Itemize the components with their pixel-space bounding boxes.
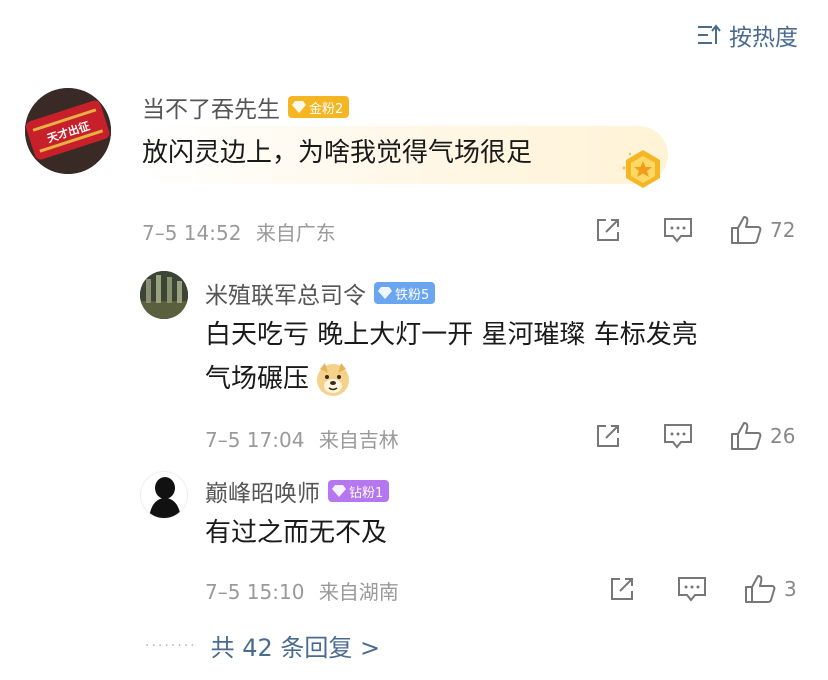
fan-badge: 金粉2 [288,96,350,118]
badge-label: 铁粉5 [395,287,430,303]
gem-icon [378,287,392,299]
username[interactable]: 巅峰昭唤师 [205,474,320,508]
comment-time: 7–5 15:10 [205,580,305,604]
share-icon [597,219,619,241]
gem-icon [292,101,306,113]
sort-by-hot-button[interactable]: 按热度 [697,18,798,52]
sort-icon [697,24,721,46]
doge-emoji [315,361,351,397]
like-count: 3 [784,577,797,601]
like-count: 72 [770,218,796,242]
share-icon [597,425,619,447]
username[interactable]: 米殖联军总司令 [205,276,366,310]
avatar[interactable] [140,471,188,519]
gem-icon [332,485,346,497]
share-button[interactable] [590,212,626,248]
like-icon [731,422,762,450]
dotted-divider: ········ [145,637,197,654]
more-replies: ········ 共 42 条回复 > [145,628,380,663]
comment-time: 7–5 14:52 [142,221,242,245]
share-button[interactable] [590,418,626,454]
badge-label: 钻粉1 [349,485,384,501]
fan-badge: 铁粉5 [374,282,436,304]
medal-icon [620,148,666,190]
comment-text: 放闪灵边上，为啥我觉得气场很足 [142,138,533,168]
comment-time: 7–5 17:04 [205,428,305,452]
like-button[interactable]: 3 [744,574,797,604]
share-button[interactable] [604,571,640,607]
like-icon [731,216,762,244]
reply-button[interactable] [660,418,696,454]
sort-label: 按热度 [729,25,798,51]
comment-text-line-2: 气场碾压 [205,364,310,394]
like-count: 26 [770,424,796,448]
comment-text-line-1: 白天吃亏 晚上大灯一开 星河璀璨 车标发亮 [205,320,698,350]
share-icon [611,578,633,600]
fan-badge: 钻粉1 [328,480,390,502]
badge-label: 金粉2 [309,101,344,117]
comment-icon [678,577,706,602]
comment-location: 来自湖南 [318,580,399,604]
view-more-replies-link[interactable]: 共 42 条回复 > [211,628,381,663]
comment-text: 有过之而无不及 [205,518,388,548]
reply-button[interactable] [674,571,710,607]
username[interactable]: 当不了吞先生 [142,90,280,124]
reply-button[interactable] [660,212,696,248]
comment-location: 来自吉林 [318,428,399,452]
like-icon [745,575,776,603]
comment-location: 来自广东 [255,221,336,245]
avatar[interactable] [140,271,188,319]
comment-icon [664,424,692,449]
like-button[interactable]: 72 [730,215,795,245]
avatar[interactable]: 天才出征 [25,88,111,174]
comment-icon [664,218,692,243]
like-button[interactable]: 26 [730,421,795,451]
